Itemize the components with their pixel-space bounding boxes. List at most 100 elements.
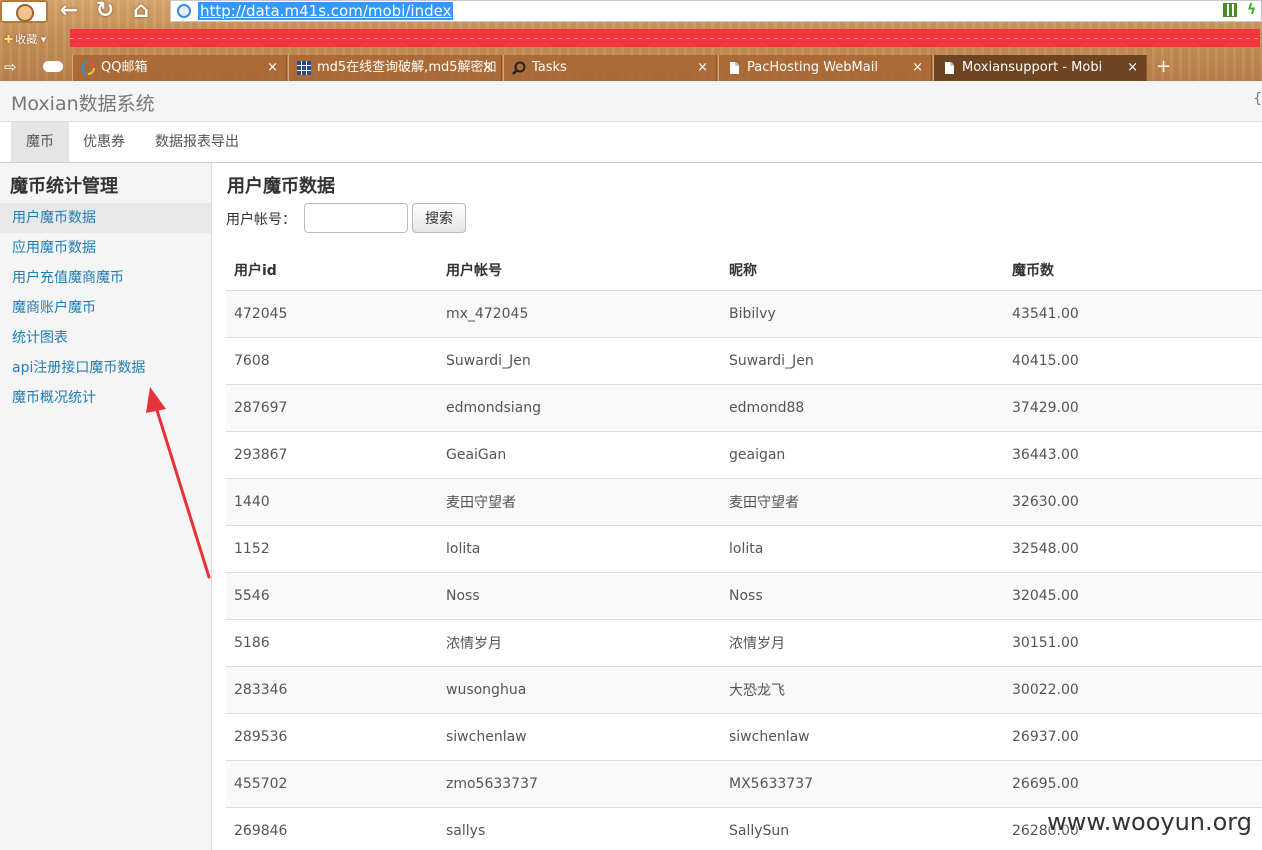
sidebar-toggle-icon[interactable]: ⇨ [4, 58, 17, 76]
home-icon[interactable]: ⌂ [127, 0, 155, 22]
cell-account: 浓情岁月 [438, 619, 721, 667]
qq-mail-icon [81, 61, 95, 75]
cell-mobi: 36443.00 [1004, 431, 1262, 479]
cell-nickname: siwchenlaw [721, 713, 1004, 761]
column-header-user-id: 用户id [226, 253, 438, 291]
sidebar-item-merchant-account[interactable]: 魔商账户魔币 [0, 293, 211, 323]
cell-account: sallys [438, 807, 721, 850]
sidebar-item-stats-charts[interactable]: 统计图表 [0, 323, 211, 353]
app-title[interactable]: Moxian数据系统 [11, 89, 155, 116]
table-row: 472045 mx_472045 Bibilvy 43541.00 [226, 290, 1262, 338]
close-icon[interactable]: × [1127, 55, 1138, 81]
browser-tab-tasks[interactable]: Tasks × [503, 55, 717, 81]
cell-mobi: 26937.00 [1004, 713, 1262, 761]
tab-label: QQ邮箱 [101, 60, 148, 75]
cell-user-id: 1440 [226, 478, 438, 526]
page-icon [730, 62, 739, 74]
cell-mobi: 43541.00 [1004, 290, 1262, 338]
close-icon[interactable]: × [697, 55, 708, 81]
cell-nickname: MX5633737 [721, 760, 1004, 808]
cell-user-id: 5186 [226, 619, 438, 667]
new-tab-button[interactable]: + [1156, 55, 1171, 79]
browser-chrome: ← ↻ ⌂ http://data.m41s.com/mobi/index ϟ … [0, 0, 1262, 81]
cell-account: edmondsiang [438, 384, 721, 432]
user-mobi-table: 用户id 用户帐号 昵称 魔币数 472045 mx_472045 Bibilvy 4… [226, 253, 1262, 850]
tab-label: Moxiansupport - Mobi [962, 60, 1103, 75]
search-icon [512, 61, 526, 75]
cell-account: siwchenlaw [438, 713, 721, 761]
browser-tab-md5[interactable]: md5在线查询破解,md5解密加 × [288, 55, 502, 81]
cell-nickname: lolita [721, 525, 1004, 573]
account-search-input[interactable] [304, 203, 408, 233]
cell-mobi: 30022.00 [1004, 666, 1262, 714]
table-row: 5546 Noss Noss 32045.00 [226, 572, 1262, 620]
cell-account: Suwardi_Jen [438, 337, 721, 385]
cell-mobi: 32548.00 [1004, 525, 1262, 573]
search-button[interactable]: 搜索 [412, 203, 466, 233]
close-icon[interactable]: × [267, 55, 278, 81]
favorites-bar: ✚ 收藏 ▾ [0, 27, 1262, 51]
tab-mobi[interactable]: 魔币 [11, 122, 69, 162]
close-icon[interactable]: × [482, 55, 493, 81]
page-title: 用户魔币数据 [227, 176, 335, 197]
sidebar-title: 魔币统计管理 [10, 176, 118, 197]
globe-icon [177, 4, 191, 18]
cell-user-id: 472045 [226, 290, 438, 338]
cell-account: mx_472045 [438, 290, 721, 338]
refresh-icon[interactable]: ↻ [91, 0, 119, 22]
main-nav: 魔币 优惠券 数据报表导出 [0, 122, 1262, 163]
sidebar-item-api-register[interactable]: api注册接口魔币数据 [0, 353, 211, 383]
browser-tab-webmail[interactable]: PacHosting WebMail × [718, 55, 932, 81]
cell-user-id: 5546 [226, 572, 438, 620]
header-right-glyph: { [1253, 91, 1262, 107]
cell-nickname: 大恐龙飞 [721, 666, 1004, 714]
table-row: 287697 edmondsiang edmond88 37429.00 [226, 384, 1262, 432]
table-row: 5186 浓情岁月 浓情岁月 30151.00 [226, 619, 1262, 667]
cell-nickname: Bibilvy [721, 290, 1004, 338]
browser-tab-qq-mail[interactable]: QQ邮箱 × [72, 55, 287, 81]
tab-report-export[interactable]: 数据报表导出 [146, 122, 248, 162]
sidebar-item-user-mobi-data[interactable]: 用户魔币数据 [0, 203, 211, 233]
browser-tab-moxiansupport[interactable]: Moxiansupport - Mobi × [933, 55, 1147, 81]
cloud-icon[interactable] [43, 61, 63, 72]
favorites-button[interactable]: ✚ 收藏 ▾ [4, 31, 46, 47]
table-row: 283346 wusonghua 大恐龙飞 30022.00 [226, 666, 1262, 714]
tab-strip: ⇨ QQ邮箱 × md5在线查询破解,md5解密加 × Tasks × PacH… [0, 55, 1262, 81]
cell-nickname: 浓情岁月 [721, 619, 1004, 667]
sidebar-item-app-mobi-data[interactable]: 应用魔币数据 [0, 233, 211, 263]
cell-user-id: 1152 [226, 525, 438, 573]
cell-nickname: Noss [721, 572, 1004, 620]
cell-account: 麦田守望者 [438, 478, 721, 526]
redaction-bar [70, 29, 1260, 47]
sidebar-item-user-recharge[interactable]: 用户充值魔商魔币 [0, 263, 211, 293]
cell-account: Noss [438, 572, 721, 620]
cell-account: GeaiGan [438, 431, 721, 479]
table-row: 7608 Suwardi_Jen Suwardi_Jen 40415.00 [226, 337, 1262, 385]
back-arrow-icon[interactable]: ← [55, 0, 83, 22]
qr-code-icon[interactable] [1223, 3, 1237, 17]
tab-label: PacHosting WebMail [747, 60, 878, 75]
cell-mobi: 37429.00 [1004, 384, 1262, 432]
page-icon [945, 62, 954, 74]
cell-user-id: 287697 [226, 384, 438, 432]
cell-user-id: 293867 [226, 431, 438, 479]
cell-account: lolita [438, 525, 721, 573]
url-text[interactable]: http://data.m41s.com/mobi/index [198, 2, 454, 20]
cell-nickname: 麦田守望者 [721, 478, 1004, 526]
sidebar-item-overview[interactable]: 魔币概况统计 [0, 383, 211, 413]
table-row: 1440 麦田守望者 麦田守望者 32630.00 [226, 478, 1262, 526]
column-header-nickname: 昵称 [721, 253, 1004, 291]
cell-mobi: 32045.00 [1004, 572, 1262, 620]
tab-coupons[interactable]: 优惠券 [75, 122, 133, 162]
cell-user-id: 283346 [226, 666, 438, 714]
watermark: www.wooyun.org [1047, 808, 1252, 836]
table-header-row: 用户id 用户帐号 昵称 魔币数 [226, 253, 1262, 291]
close-icon[interactable]: × [912, 55, 923, 81]
cell-mobi: 40415.00 [1004, 337, 1262, 385]
cell-user-id: 7608 [226, 337, 438, 385]
lightning-icon[interactable]: ϟ [1247, 3, 1257, 17]
search-label: 用户帐号： [226, 212, 296, 228]
cell-nickname: geaigan [721, 431, 1004, 479]
column-header-account: 用户帐号 [438, 253, 721, 291]
url-bar[interactable]: http://data.m41s.com/mobi/index ϟ [170, 0, 1262, 22]
